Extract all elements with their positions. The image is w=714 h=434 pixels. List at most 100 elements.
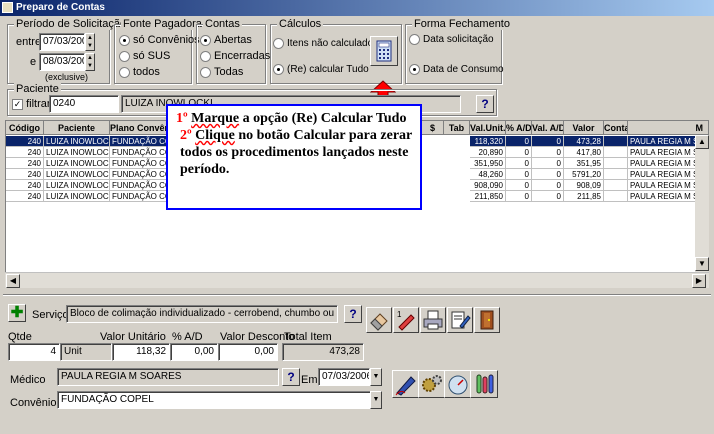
grid-cell[interactable]: 0 — [506, 180, 532, 191]
col-header-plano[interactable]: Plano Convênio — [110, 121, 174, 135]
grid-cell[interactable]: 240 — [6, 191, 44, 202]
form-button[interactable] — [447, 307, 473, 333]
grid-cell[interactable]: 240 — [6, 158, 44, 169]
grid-cell[interactable]: FUNDAÇÃO COPEL — [110, 169, 174, 180]
lab-button[interactable] — [470, 370, 498, 398]
contas-option-todas[interactable]: Todas — [200, 66, 243, 78]
fechamento-option-solicitacao[interactable]: Data solicitação — [409, 34, 494, 45]
grid-cell[interactable]: 48,260 — [470, 169, 506, 180]
eraser-button[interactable] — [366, 307, 392, 333]
sign-button[interactable] — [392, 370, 420, 398]
grid-cell[interactable] — [604, 180, 628, 191]
grid-cell[interactable] — [604, 158, 628, 169]
grid-cell[interactable]: 118,320 — [470, 136, 506, 147]
grid-cell[interactable]: 0 — [532, 191, 564, 202]
grid-cell[interactable]: FUNDAÇÃO COPEL — [110, 158, 174, 169]
grid-cell[interactable]: 473,28 — [564, 136, 604, 147]
filtrar-checkbox[interactable]: ✓ filtrar — [12, 98, 51, 110]
add-item-button[interactable]: ✚ — [8, 304, 26, 322]
col-header-valor[interactable]: Valor — [564, 121, 604, 135]
grid-cell[interactable]: 908,09 — [564, 180, 604, 191]
scroll-left-arrow[interactable]: ◀ — [6, 274, 20, 288]
grid-cell[interactable] — [604, 191, 628, 202]
em-date-field[interactable]: 07/03/2006 — [318, 368, 370, 386]
date-end-field[interactable]: 08/03/2006 — [39, 53, 85, 71]
grid-cell[interactable]: 0 — [506, 169, 532, 180]
scale-button[interactable] — [444, 370, 472, 398]
qtde-field[interactable]: 4 — [8, 343, 60, 361]
fonte-option-todos[interactable]: todos — [119, 66, 160, 78]
grid-cell[interactable]: 0 — [532, 169, 564, 180]
grid-horizontal-scrollbar[interactable]: ◀ ▶ — [5, 272, 709, 288]
date-start-spinner[interactable]: ▲ ▼ — [85, 33, 95, 51]
medico-help-button[interactable]: ? — [282, 368, 300, 386]
col-header-medico[interactable]: M — [628, 121, 708, 135]
col-header-valor-moeda[interactable]: $ — [422, 121, 444, 135]
grid-cell[interactable]: LUIZA INOWLOCKI — [44, 136, 110, 147]
col-header-tab[interactable]: Tab — [444, 121, 470, 135]
scroll-up-arrow[interactable]: ▲ — [695, 135, 709, 149]
paciente-code-field[interactable]: 0240 — [49, 95, 119, 113]
contas-option-abertas[interactable]: Abertas — [200, 34, 252, 46]
grid-cell[interactable]: 0 — [532, 180, 564, 191]
scroll-down-arrow[interactable]: ▼ — [695, 257, 709, 271]
grid-cell[interactable]: 0 — [506, 136, 532, 147]
ad-field[interactable]: 0,00 — [170, 343, 218, 361]
scroll-right-arrow[interactable]: ▶ — [692, 274, 706, 288]
col-header-val-unit[interactable]: Val.Unit. — [470, 121, 506, 135]
grid-cell[interactable]: 908,090 — [470, 180, 506, 191]
col-header-val-ad[interactable]: Val. A/D. — [532, 121, 564, 135]
grid-cell[interactable]: 0 — [532, 158, 564, 169]
grid-cell[interactable]: LUIZA INOWLOCKI — [44, 158, 110, 169]
col-header-perc-ad[interactable]: % A/D — [506, 121, 532, 135]
grid-cell[interactable]: LUIZA INOWLOCKI — [44, 191, 110, 202]
grid-cell[interactable]: 417,80 — [564, 147, 604, 158]
grid-cell[interactable]: LUIZA INOWLOCKI — [44, 180, 110, 191]
paciente-help-button[interactable]: ? — [476, 95, 494, 113]
contas-option-encerradas[interactable]: Encerradas — [200, 50, 270, 62]
convenio-dropdown[interactable]: ▼ — [370, 391, 382, 409]
grid-cell[interactable]: FUNDAÇÃO COPEL — [110, 180, 174, 191]
grid-cell[interactable]: 5791,20 — [564, 169, 604, 180]
grid-cell[interactable]: 351,95 — [564, 158, 604, 169]
servico-help-button[interactable]: ? — [344, 305, 362, 323]
grid-cell[interactable]: 240 — [6, 169, 44, 180]
grid-cell[interactable]: 0 — [506, 191, 532, 202]
grid-cell[interactable]: FUNDAÇÃO COPEL — [110, 191, 174, 202]
convenio-select[interactable]: FUNDAÇÃO COPEL — [57, 391, 371, 409]
col-header-conta[interactable]: Conta — [604, 121, 628, 135]
col-header-codigo[interactable]: Código — [6, 121, 44, 135]
em-date-dropdown[interactable]: ▼ — [370, 368, 382, 386]
desconto-field[interactable]: 0,00 — [218, 343, 278, 361]
grid-cell[interactable]: LUIZA INOWLOCKI — [44, 147, 110, 158]
edit-button[interactable]: 1 — [393, 307, 419, 333]
print-button[interactable] — [420, 307, 446, 333]
grid-cell[interactable]: 0 — [532, 147, 564, 158]
date-end-spinner[interactable]: ▲ ▼ — [85, 53, 95, 71]
grid-cell[interactable]: LUIZA INOWLOCKI — [44, 169, 110, 180]
fonte-option-convenios[interactable]: só Convênios — [119, 34, 200, 46]
date-start-field[interactable]: 07/03/2006 — [39, 33, 85, 51]
grid-cell[interactable]: 20,890 — [470, 147, 506, 158]
grid-vertical-scrollbar[interactable]: ▲ ▼ — [695, 135, 709, 272]
grid-cell[interactable]: 211,850 — [470, 191, 506, 202]
calculos-option-nao-calculados[interactable]: Itens não calculados — [273, 38, 378, 49]
grid-cell[interactable]: 0 — [506, 158, 532, 169]
grid-cell[interactable] — [604, 136, 628, 147]
grid-cell[interactable]: 240 — [6, 136, 44, 147]
fonte-option-sus[interactable]: só SUS — [119, 50, 170, 62]
col-header-paciente[interactable]: Paciente — [44, 121, 110, 135]
grid-cell[interactable]: 351,950 — [470, 158, 506, 169]
calculos-option-recalcular-tudo[interactable]: (Re) calcular Tudo — [273, 64, 369, 75]
fechamento-option-consumo[interactable]: Data de Consumo — [409, 64, 504, 75]
grid-cell[interactable] — [604, 147, 628, 158]
grid-cell[interactable] — [604, 169, 628, 180]
grid-cell[interactable]: 240 — [6, 180, 44, 191]
grid-cell[interactable]: 0 — [532, 136, 564, 147]
grid-cell[interactable]: 240 — [6, 147, 44, 158]
exit-button[interactable] — [474, 307, 500, 333]
grid-cell[interactable]: FUNDAÇÃO COPEL — [110, 136, 174, 147]
calcular-button[interactable] — [370, 36, 398, 66]
valor-unit-field[interactable]: 118,32 — [112, 343, 170, 361]
grid-cell[interactable]: FUNDAÇÃO COPEL — [110, 147, 174, 158]
